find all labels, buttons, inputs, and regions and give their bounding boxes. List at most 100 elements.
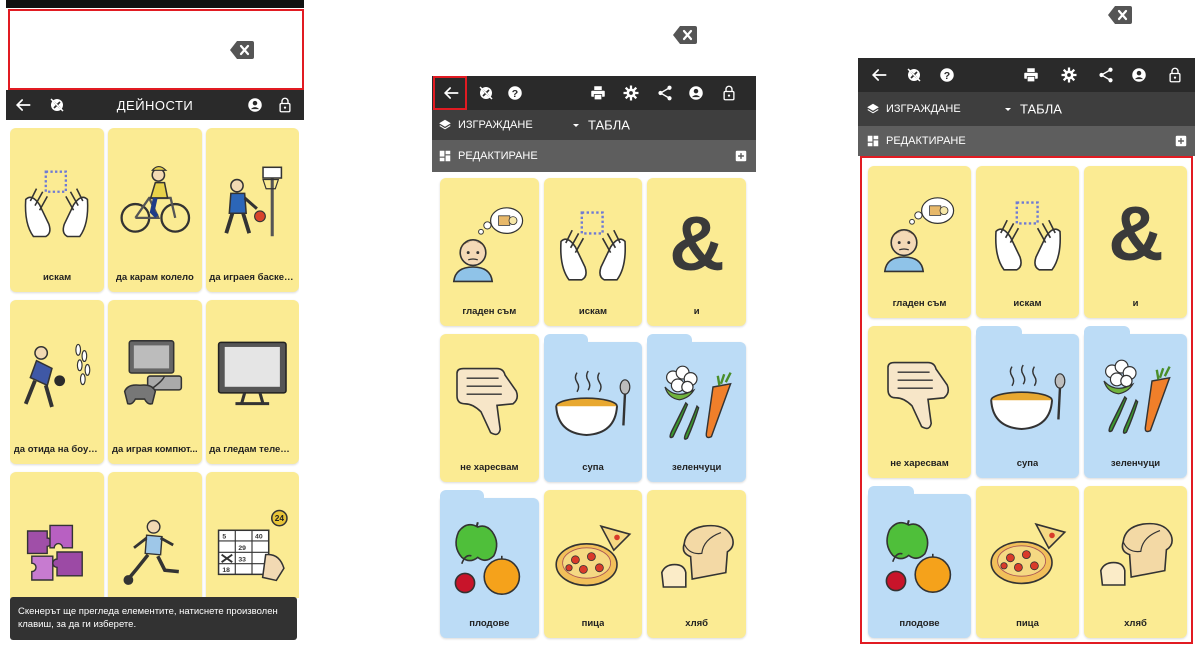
add-tile-button[interactable] bbox=[734, 149, 748, 163]
tile-football[interactable] bbox=[108, 472, 202, 598]
tile-hungry[interactable]: гладен съм bbox=[440, 178, 539, 326]
edit-label: РЕДАКТИРАНЕ bbox=[458, 150, 538, 162]
tile-grid: искам да карам колело да играея баскетб.… bbox=[10, 128, 299, 598]
print-icon[interactable] bbox=[1020, 64, 1042, 86]
tile-want[interactable]: искам bbox=[976, 166, 1079, 318]
layers-icon bbox=[438, 118, 452, 132]
folder-vegetables[interactable]: зеленчуци bbox=[1084, 326, 1187, 478]
share-icon[interactable] bbox=[1095, 64, 1117, 86]
tile-want[interactable]: искам bbox=[543, 178, 643, 326]
gear-icon[interactable] bbox=[1058, 64, 1080, 86]
football-icon bbox=[108, 496, 201, 598]
tile-basketball[interactable]: да играея баскетб... bbox=[205, 128, 299, 292]
help-icon[interactable] bbox=[504, 82, 526, 104]
tile-label: хляб bbox=[1124, 618, 1147, 629]
scan-off-icon[interactable] bbox=[475, 82, 497, 104]
lock-icon[interactable] bbox=[1164, 64, 1186, 86]
lock-icon[interactable] bbox=[718, 82, 740, 104]
build-menu[interactable]: ИЗГРАЖДАНЕ bbox=[866, 102, 961, 116]
edit-menu[interactable]: РЕДАКТИРАНЕ bbox=[438, 149, 538, 163]
tile-label: плодове bbox=[899, 618, 940, 629]
tile-label: искам bbox=[578, 306, 608, 317]
account-icon[interactable] bbox=[685, 82, 707, 104]
backspace-icon[interactable] bbox=[230, 41, 254, 59]
tile-puzzle[interactable] bbox=[10, 472, 105, 598]
panel-activities-board: ДЕЙНОСТИ искам да карам колело да играея… bbox=[6, 0, 304, 645]
folder-soup[interactable]: супа bbox=[543, 334, 643, 482]
tile-bingo[interactable] bbox=[205, 472, 299, 598]
tile-bowling[interactable]: да отида на боули... bbox=[10, 300, 105, 464]
edit-bar: РЕДАКТИРАНЕ bbox=[858, 126, 1195, 156]
tile-label: не харесвам bbox=[460, 462, 519, 473]
account-icon[interactable] bbox=[244, 94, 266, 116]
scan-off-icon[interactable] bbox=[903, 64, 925, 86]
account-icon[interactable] bbox=[1128, 64, 1150, 86]
backspace-icon[interactable] bbox=[673, 26, 697, 44]
dropdown-arrow-icon bbox=[570, 119, 582, 131]
vegetables-icon bbox=[647, 352, 746, 454]
gear-icon[interactable] bbox=[620, 82, 642, 104]
back-arrow-icon[interactable] bbox=[12, 94, 34, 116]
ampersand-icon bbox=[1084, 176, 1187, 290]
share-icon[interactable] bbox=[654, 82, 676, 104]
tile-and[interactable]: и bbox=[1084, 166, 1187, 318]
tile-grid-highlighted[interactable]: гладен съм искам и не харесвам супа зеле… bbox=[860, 156, 1193, 644]
status-strip bbox=[6, 0, 304, 8]
help-icon[interactable] bbox=[936, 64, 958, 86]
hungry-icon bbox=[868, 176, 971, 290]
boards-dropdown[interactable]: ТАБЛА bbox=[1002, 102, 1062, 117]
tile-dislike[interactable]: не харесвам bbox=[868, 326, 971, 478]
dropdown-arrow-icon bbox=[1002, 103, 1014, 115]
dashboard-icon bbox=[866, 134, 880, 148]
want-hands-icon bbox=[10, 138, 104, 264]
tile-tv[interactable]: да гледам телеви... bbox=[205, 300, 299, 464]
want-hands-icon bbox=[544, 188, 643, 298]
tile-pizza[interactable]: пица bbox=[543, 490, 643, 638]
tile-label: и bbox=[693, 306, 700, 317]
tv-icon bbox=[206, 310, 299, 436]
build-label: ИЗГРАЖДАНЕ bbox=[458, 119, 533, 131]
build-menu[interactable]: ИЗГРАЖДАНЕ bbox=[438, 118, 533, 132]
tile-label: и bbox=[1132, 298, 1139, 309]
scan-off-icon[interactable] bbox=[46, 94, 68, 116]
output-bar[interactable] bbox=[8, 9, 304, 90]
back-button-highlight bbox=[433, 76, 467, 110]
tile-bread[interactable]: хляб bbox=[647, 490, 746, 638]
build-bar: ИЗГРАЖДАНЕ ТАБЛА bbox=[858, 92, 1195, 126]
tile-video-game[interactable]: да играя компют... bbox=[108, 300, 202, 464]
tile-label: пица bbox=[581, 618, 605, 629]
puzzle-icon bbox=[10, 496, 104, 598]
tile-pizza[interactable]: пица bbox=[976, 486, 1079, 638]
add-tile-button[interactable] bbox=[1174, 134, 1188, 148]
tile-want[interactable]: искам bbox=[10, 128, 105, 292]
boards-dropdown[interactable]: ТАБЛА bbox=[570, 118, 630, 133]
boards-label: ТАБЛА bbox=[588, 117, 630, 133]
navbar: ДЕЙНОСТИ bbox=[6, 90, 304, 120]
dashboard-icon bbox=[438, 149, 452, 163]
tile-bread[interactable]: хляб bbox=[1084, 486, 1187, 638]
bicycle-icon bbox=[108, 138, 201, 264]
tile-label: плодове bbox=[469, 618, 510, 629]
folder-fruits[interactable]: плодове bbox=[868, 486, 971, 638]
tile-label: хляб bbox=[685, 618, 709, 629]
basketball-icon bbox=[206, 138, 299, 264]
tile-label: гладен съм bbox=[892, 298, 947, 309]
tile-dislike[interactable]: не харесвам bbox=[440, 334, 539, 482]
folder-fruits[interactable]: плодове bbox=[440, 490, 539, 638]
tile-hungry[interactable]: гладен съм bbox=[868, 166, 971, 318]
fruits-icon bbox=[868, 504, 971, 610]
print-icon[interactable] bbox=[587, 82, 609, 104]
lock-icon[interactable] bbox=[274, 94, 296, 116]
tile-and[interactable]: и bbox=[647, 178, 746, 326]
back-arrow-icon[interactable] bbox=[868, 64, 890, 86]
tile-label: да играя компют... bbox=[111, 444, 198, 455]
backspace-icon[interactable] bbox=[1108, 6, 1132, 24]
tile-bicycle[interactable]: да карам колело bbox=[108, 128, 202, 292]
thumbs-down-icon bbox=[868, 336, 971, 450]
tile-label: супа bbox=[1016, 458, 1039, 469]
edit-menu[interactable]: РЕДАКТИРАНЕ bbox=[866, 134, 966, 148]
folder-soup[interactable]: супа bbox=[976, 326, 1079, 478]
navbar bbox=[432, 76, 756, 110]
edit-label: РЕДАКТИРАНЕ bbox=[886, 135, 966, 147]
folder-vegetables[interactable]: зеленчуци bbox=[647, 334, 746, 482]
